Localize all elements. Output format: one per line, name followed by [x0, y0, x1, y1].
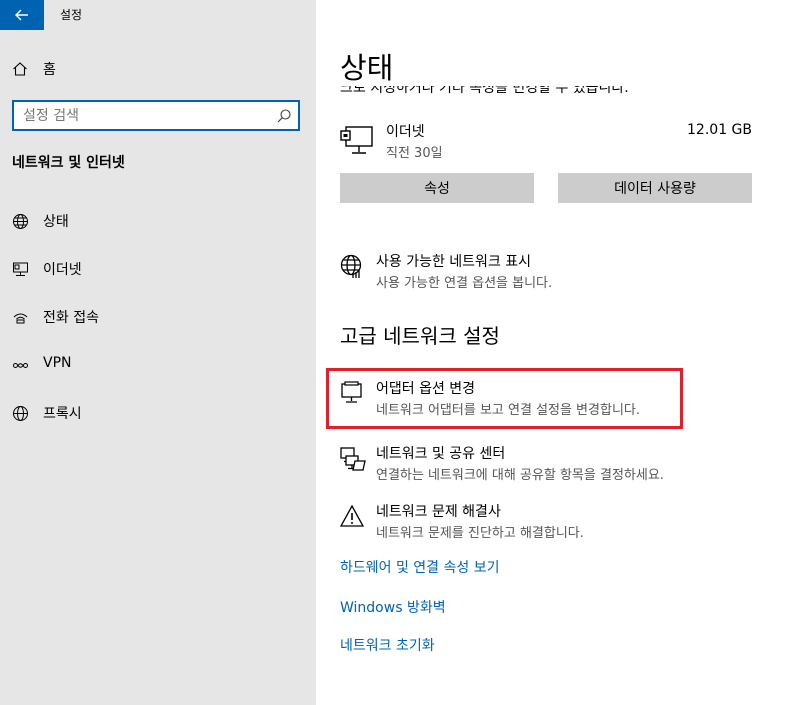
sidebar-item-label: VPN [43, 355, 72, 371]
adapter-options-desc: 네트워크 어댑터를 보고 연결 설정을 변경합니다. [376, 403, 640, 418]
hardware-properties-link[interactable]: 하드웨어 및 연결 속성 보기 [340, 557, 499, 577]
status-description-text: 크로 지정하거나 기타 속성을 변경할 수 있습니다. [340, 86, 629, 96]
search-input[interactable] [14, 102, 264, 129]
ethernet-period: 직전 30일 [386, 146, 443, 161]
sidebar-item-dialup[interactable]: 전화 접속 [0, 298, 316, 334]
advanced-settings-title: 고급 네트워크 설정 [340, 324, 500, 348]
search-box[interactable] [12, 100, 300, 131]
properties-button[interactable]: 속성 [340, 173, 534, 203]
sidebar-item-proxy[interactable]: 프록시 [0, 394, 316, 430]
warning-icon [339, 504, 365, 528]
windows-firewall-link[interactable]: Windows 방화벽 [340, 597, 446, 617]
sidebar-section-title: 네트워크 및 인터넷 [12, 155, 125, 171]
ethernet-data-size: 12.01 GB [687, 122, 752, 138]
show-networks-title: 사용 가능한 네트워크 표시 [376, 254, 532, 270]
adapter-options-title: 어댑터 옵션 변경 [376, 381, 476, 397]
show-networks-desc: 사용 가능한 연결 옵션을 봅니다. [376, 276, 553, 291]
back-button[interactable] [0, 0, 44, 30]
data-usage-button[interactable]: 데이터 사용량 [558, 173, 752, 203]
ethernet-icon [11, 260, 29, 278]
adapter-monitor-icon [340, 381, 364, 405]
sidebar-item-label: 전화 접속 [43, 310, 99, 326]
status-description: 크로 지정하거나 기타 속성을 변경할 수 있습니다. [340, 86, 680, 100]
globe-network-icon [340, 254, 364, 278]
ethernet-pc-icon [340, 124, 374, 156]
show-available-networks[interactable]: 사용 가능한 네트워크 표시 사용 가능한 연결 옵션을 봅니다. [340, 251, 760, 297]
sidebar-item-label: 상태 [43, 214, 69, 230]
troubleshooter-title: 네트워크 문제 해결사 [376, 504, 501, 520]
sidebar: 설정 홈 네트워크 및 인터넷 상태 이더넷 전화 접속 [0, 0, 316, 705]
sharing-center-desc: 연결하는 네트워크에 대해 공유할 항목을 결정하세요. [376, 468, 664, 483]
main-content: 상태 크로 지정하거나 기타 속성을 변경할 수 있습니다. 이더넷 직전 30… [316, 0, 812, 705]
search-icon[interactable] [276, 108, 292, 124]
globe-icon [11, 404, 29, 422]
change-adapter-options[interactable]: 어댑터 옵션 변경 네트워크 어댑터를 보고 연결 설정을 변경합니다. [340, 378, 760, 424]
sidebar-item-ethernet[interactable]: 이더넷 [0, 250, 316, 286]
sidebar-item-status[interactable]: 상태 [0, 202, 316, 238]
home-icon [11, 60, 29, 78]
globe-status-icon [11, 212, 29, 230]
ethernet-name: 이더넷 [386, 124, 425, 140]
sidebar-item-label: 이더넷 [43, 262, 82, 278]
vpn-icon [11, 356, 29, 374]
network-reset-link[interactable]: 네트워크 초기화 [340, 635, 435, 655]
sidebar-item-label: 홈 [43, 62, 56, 78]
sidebar-item-vpn[interactable]: VPN [0, 346, 316, 382]
troubleshooter-desc: 네트워크 문제를 진단하고 해결합니다. [376, 526, 584, 541]
network-sharing-center[interactable]: 네트워크 및 공유 센터 연결하는 네트워크에 대해 공유할 항목을 결정하세요… [340, 443, 760, 489]
app-title: 설정 [60, 8, 83, 22]
sidebar-item-label: 프록시 [43, 406, 82, 422]
page-title: 상태 [340, 51, 394, 85]
sharing-center-title: 네트워크 및 공유 센터 [376, 446, 506, 462]
sharing-center-icon [340, 446, 366, 471]
back-arrow-icon [15, 9, 28, 21]
sidebar-item-home[interactable]: 홈 [0, 50, 316, 86]
dialup-icon [11, 308, 29, 326]
title-bar: 설정 [0, 0, 316, 30]
ethernet-status-row: 이더넷 직전 30일 12.01 GB [340, 120, 752, 164]
network-troubleshooter[interactable]: 네트워크 문제 해결사 네트워크 문제를 진단하고 해결합니다. [339, 501, 760, 547]
